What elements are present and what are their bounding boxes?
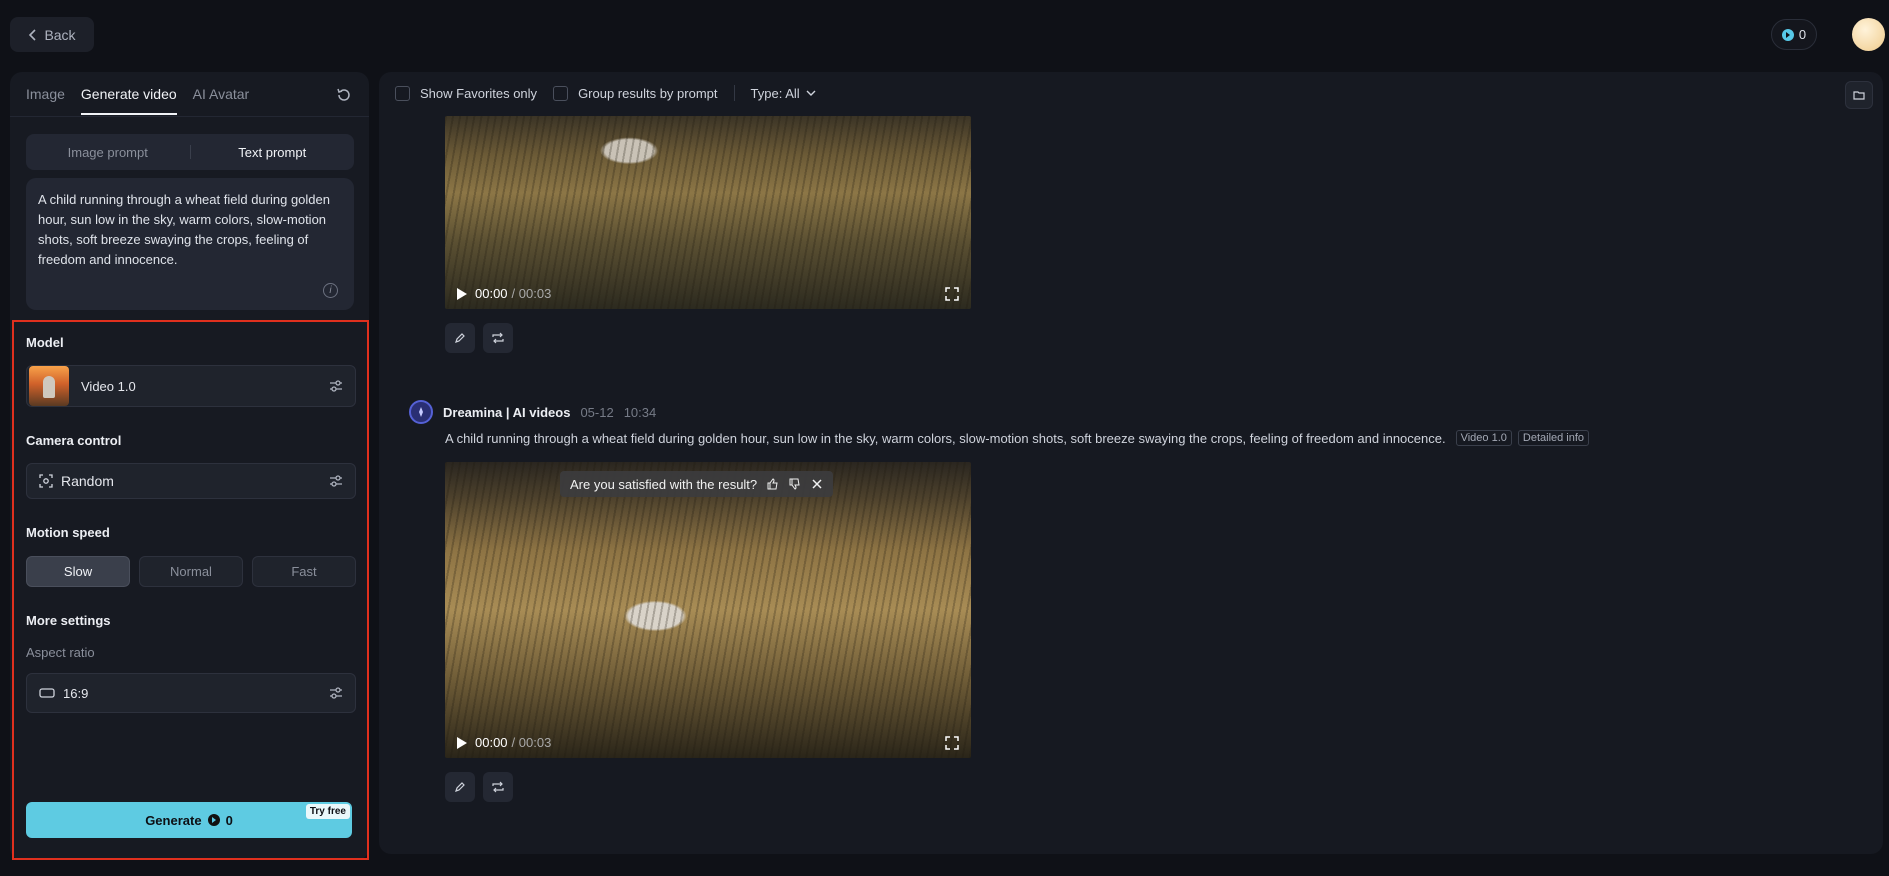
result-date: 05-12 xyxy=(580,404,614,420)
group-checkbox[interactable] xyxy=(553,85,569,101)
speed-fast-button[interactable]: Fast xyxy=(252,556,356,587)
model-thumbnail xyxy=(29,366,69,406)
more-settings-label: More settings xyxy=(26,613,111,628)
results-area: Show Favorites only Group results by pro… xyxy=(379,72,1883,854)
sliders-icon[interactable] xyxy=(329,686,343,700)
group-filter[interactable]: Group results by prompt xyxy=(553,85,718,101)
video-duration: / 00:03 xyxy=(511,286,552,301)
repeat-icon xyxy=(492,781,504,793)
video-time: 00:00 xyxy=(475,735,508,750)
credits-count: 0 xyxy=(1798,27,1807,42)
group-label: Group results by prompt xyxy=(578,85,718,101)
thumbs-up-icon[interactable] xyxy=(767,478,779,490)
video-time: 00:00 xyxy=(475,286,508,301)
generate-button[interactable]: Generate 0 Try free xyxy=(26,802,352,838)
aspect-ratio-icon xyxy=(39,688,55,698)
folder-icon xyxy=(1853,91,1865,100)
generate-cost: 0 xyxy=(225,812,233,828)
model-label: Model xyxy=(26,335,64,350)
result-header: Dreamina | AI videos 05-12 10:34 xyxy=(409,400,656,424)
video-controls: 00:00 / 00:03 xyxy=(457,286,959,301)
credits-badge[interactable]: 0 xyxy=(1771,19,1817,50)
filter-separator xyxy=(733,85,735,101)
filter-bar: Show Favorites only Group results by pro… xyxy=(395,85,816,101)
aspect-ratio-label: Aspect ratio xyxy=(26,645,95,660)
camera-value: Random xyxy=(61,473,114,489)
tab-divider xyxy=(10,116,369,117)
prompt-text: A child running through a wheat field du… xyxy=(38,192,330,267)
speed-slow-button[interactable]: Slow xyxy=(26,556,130,587)
credit-coin-icon xyxy=(207,814,220,826)
pencil-icon xyxy=(455,782,465,792)
prompt-mode-toggle: Image prompt Text prompt xyxy=(26,134,354,170)
sliders-icon[interactable] xyxy=(329,379,343,393)
thumbs-down-icon[interactable] xyxy=(789,478,801,490)
video-controls: 00:00 / 00:03 xyxy=(457,735,959,750)
back-button[interactable]: Back xyxy=(10,17,94,52)
tab-image[interactable]: Image xyxy=(26,86,65,115)
model-tag: Video 1.0 xyxy=(1455,430,1512,446)
text-prompt-option[interactable]: Text prompt xyxy=(191,134,355,170)
edit-button[interactable] xyxy=(445,323,475,353)
video-actions xyxy=(445,323,513,353)
result-time: 10:34 xyxy=(623,404,657,420)
model-value: Video 1.0 xyxy=(81,378,136,394)
repeat-icon xyxy=(492,332,504,344)
image-prompt-option[interactable]: Image prompt xyxy=(26,134,190,170)
back-label: Back xyxy=(44,26,76,43)
user-avatar[interactable] xyxy=(1852,18,1885,51)
favorites-filter[interactable]: Show Favorites only xyxy=(395,85,538,101)
regenerate-button[interactable] xyxy=(483,772,513,802)
tab-ai-avatar[interactable]: AI Avatar xyxy=(193,86,250,115)
favorites-label: Show Favorites only xyxy=(420,85,538,101)
fullscreen-icon[interactable] xyxy=(945,286,959,301)
mode-tabs: Image Generate video AI Avatar xyxy=(26,86,249,115)
feedback-question: Are you satisfied with the result? xyxy=(570,476,758,492)
pencil-icon xyxy=(455,333,465,343)
edit-button[interactable] xyxy=(445,772,475,802)
play-icon[interactable] xyxy=(457,736,467,749)
video-texture xyxy=(445,116,971,309)
type-dropdown[interactable]: Type: All xyxy=(751,86,816,101)
video-texture xyxy=(445,462,971,758)
video-duration: / 00:03 xyxy=(511,735,552,750)
author-name: Dreamina | AI videos xyxy=(443,404,571,420)
try-free-badge: Try free xyxy=(305,804,350,819)
camera-control-selector[interactable]: Random xyxy=(26,463,356,499)
prompt-textarea[interactable]: A child running through a wheat field du… xyxy=(26,178,354,310)
video-player[interactable]: 00:00 / 00:03 xyxy=(445,116,971,309)
info-icon[interactable]: i xyxy=(323,283,338,298)
play-icon[interactable] xyxy=(457,287,467,300)
video-player[interactable]: Are you satisfied with the result? 00:00… xyxy=(445,462,971,758)
folder-button[interactable] xyxy=(1845,81,1873,109)
camera-focus-icon xyxy=(39,474,53,488)
chevron-down-icon xyxy=(806,90,816,96)
fullscreen-icon[interactable] xyxy=(945,735,959,750)
aspect-ratio-selector[interactable]: 16:9 xyxy=(26,673,356,713)
aspect-ratio-value: 16:9 xyxy=(63,685,89,701)
reset-icon[interactable] xyxy=(335,86,353,104)
feedback-popup: Are you satisfied with the result? xyxy=(560,471,834,497)
video-actions xyxy=(445,772,513,802)
dreamina-logo-icon xyxy=(409,400,433,424)
model-selector[interactable]: Video 1.0 xyxy=(26,365,356,407)
credit-coin-icon xyxy=(1781,28,1794,41)
chevron-left-icon xyxy=(29,28,37,41)
detailed-info-link[interactable]: Detailed info xyxy=(1517,430,1590,446)
camera-control-label: Camera control xyxy=(26,433,122,448)
motion-speed-options: Slow Normal Fast xyxy=(26,556,356,587)
favorites-checkbox[interactable] xyxy=(395,85,410,101)
tab-generate-video[interactable]: Generate video xyxy=(80,86,177,115)
result-prompt-text: A child running through a wheat field du… xyxy=(445,430,1446,446)
sliders-icon[interactable] xyxy=(329,474,343,488)
type-label: Type: All xyxy=(750,85,800,101)
regenerate-button[interactable] xyxy=(483,323,513,353)
result-prompt-row: A child running through a wheat field du… xyxy=(445,430,1590,446)
speed-normal-button[interactable]: Normal xyxy=(139,556,243,587)
close-icon[interactable] xyxy=(811,478,823,490)
motion-speed-label: Motion speed xyxy=(26,525,110,540)
generate-label: Generate xyxy=(145,812,202,828)
